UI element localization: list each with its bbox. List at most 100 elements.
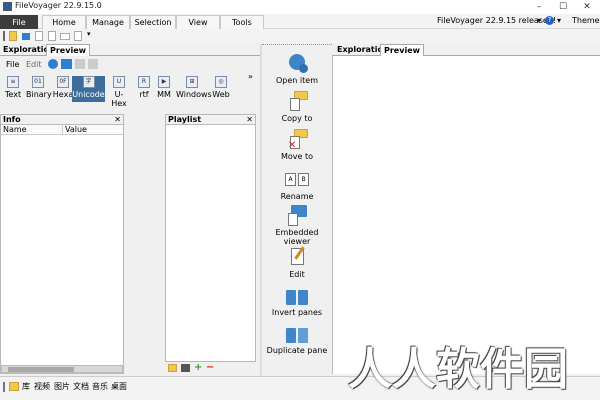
library-folder-icon[interactable]	[9, 382, 19, 391]
windows-icon: ⊞	[186, 76, 198, 88]
move-to-icon: ✕	[285, 128, 309, 151]
preview-mode-icon[interactable]	[61, 59, 72, 69]
copy-to-button[interactable]: Copy to	[262, 90, 332, 123]
bottombar-item-pictures[interactable]: 图片	[54, 381, 70, 392]
invert-panes-icon	[285, 284, 309, 306]
viewer-binary-button[interactable]: 01 Binary	[26, 76, 52, 102]
watermark-text: 人人软件园	[348, 344, 568, 395]
themes-button[interactable]: Themes	[572, 16, 600, 25]
duplicate-pane-button[interactable]: Duplicate pane	[262, 322, 332, 355]
playlist-toolbar: + −	[166, 362, 256, 374]
viewer-windows-button[interactable]: ⊞ Windows	[176, 76, 212, 102]
edit-icon	[285, 246, 309, 268]
quick-access-toolbar: ▾	[0, 29, 600, 43]
new-file-icon[interactable]	[35, 31, 43, 41]
preview-subtabs: File Edit	[0, 58, 260, 72]
remove-icon[interactable]: −	[206, 362, 214, 373]
help-icon[interactable]: ?	[545, 16, 554, 25]
bottombar-item-library[interactable]: 库	[22, 381, 30, 392]
settings-icon[interactable]	[88, 59, 98, 69]
toolbar-overflow-icon[interactable]: »	[248, 72, 253, 81]
toolbar-grip-icon	[3, 31, 5, 41]
playlist-panel-close-icon[interactable]: ✕	[246, 115, 253, 124]
right-preview-pane	[332, 56, 600, 374]
add-icon[interactable]: +	[194, 362, 202, 373]
multimedia-icon: ▶	[158, 76, 170, 88]
playlist-panel: Playlist ✕	[165, 114, 256, 362]
rtf-icon: R	[138, 76, 150, 88]
info-panel-title: Info	[3, 115, 21, 124]
subtab-edit[interactable]: Edit	[26, 60, 42, 69]
folder-icon[interactable]	[9, 31, 17, 41]
copy-to-icon	[285, 90, 309, 112]
rename-icon: A B	[285, 168, 309, 190]
minimize-button[interactable]: –	[528, 0, 550, 14]
viewer-unicode-button[interactable]: 字 Unicode	[72, 76, 105, 102]
mail-icon[interactable]	[60, 33, 70, 40]
monitor-icon[interactable]	[22, 33, 30, 40]
info-panel: Info ✕ Name Value	[0, 114, 124, 374]
text-icon: ≡	[7, 76, 19, 88]
viewer-rtf-button[interactable]: Rrtf	[133, 76, 155, 102]
embedded-viewer-button[interactable]: Embedded viewer	[262, 204, 332, 246]
hexa-icon: 0F	[57, 76, 69, 88]
duplicate-pane-icon	[285, 322, 309, 344]
print-icon[interactable]	[75, 59, 85, 69]
viewer-uhex-button[interactable]: U U-Hex	[107, 76, 131, 108]
info-column-value[interactable]: Value	[65, 125, 87, 134]
info-table-header: Name Value	[1, 124, 123, 135]
title-bar: FileVoyager 22.9.15.0 – ☐ ✕	[0, 0, 600, 14]
tab-preview-right[interactable]: Preview	[380, 44, 425, 56]
bottombar-item-documents[interactable]: 文档	[73, 381, 89, 392]
subtab-file[interactable]: File	[6, 60, 19, 69]
uhex-icon: U	[113, 76, 125, 88]
menu-tab-selection[interactable]: Selection	[130, 15, 176, 29]
menu-tab-file[interactable]: File	[0, 15, 38, 29]
menu-bar: File Home Manage Selection View Tools Fi…	[0, 14, 600, 29]
playlist-panel-header: Playlist ✕	[166, 115, 255, 125]
menu-tab-manage[interactable]: Manage	[86, 15, 130, 29]
menu-tab-view[interactable]: View	[176, 15, 220, 29]
viewer-mm-button[interactable]: ▶ MM	[153, 76, 175, 102]
new-document-icon[interactable]	[48, 31, 56, 41]
open-item-button[interactable]: Open item	[262, 52, 332, 85]
web-icon: ◎	[215, 76, 227, 88]
bottombar-item-videos[interactable]: 视频	[34, 381, 50, 392]
help-dropdown-icon[interactable]: ▾	[557, 16, 561, 25]
unicode-icon: 字	[82, 76, 95, 88]
embedded-viewer-icon	[285, 204, 309, 226]
bottombar-item-desktop[interactable]: 桌面	[111, 381, 127, 392]
info-panel-close-icon[interactable]: ✕	[114, 115, 121, 124]
open-folder-icon[interactable]	[168, 364, 177, 372]
attachment-icon[interactable]	[74, 31, 82, 41]
app-icon	[3, 2, 12, 11]
viewer-web-button[interactable]: ◎ Web	[210, 76, 232, 102]
rename-button[interactable]: A B Rename	[262, 168, 332, 201]
close-button[interactable]: ✕	[576, 0, 598, 14]
tab-preview-left[interactable]: Preview	[46, 44, 91, 56]
binary-icon: 01	[32, 76, 44, 88]
right-pane-tabs: Exploration Preview	[332, 44, 600, 56]
edit-button[interactable]: Edit	[262, 246, 332, 279]
bottombar-grip-icon	[3, 382, 5, 392]
viewer-text-button[interactable]: ≡ Text	[2, 76, 24, 102]
left-pane-tabs: Exploration Preview	[0, 44, 260, 56]
menu-tab-tools[interactable]: Tools	[220, 15, 264, 29]
column-divider[interactable]	[62, 124, 63, 134]
info-column-name[interactable]: Name	[3, 125, 27, 134]
save-icon[interactable]	[181, 364, 190, 372]
viewer-hexa-button[interactable]: 0F Hexa	[52, 76, 74, 102]
bottombar-item-music[interactable]: 音乐	[92, 381, 108, 392]
info-horizontal-scrollbar[interactable]	[1, 365, 123, 373]
gears-icon	[285, 52, 309, 74]
toolbar-more-icon[interactable]: ▾	[87, 30, 95, 40]
window-title: FileVoyager 22.9.15.0	[15, 1, 102, 10]
info-icon[interactable]	[48, 59, 58, 69]
menu-tab-home[interactable]: Home	[42, 15, 86, 29]
move-to-button[interactable]: ✕ Move to	[262, 128, 332, 161]
info-scroll-thumb[interactable]	[8, 367, 74, 372]
playlist-panel-title: Playlist	[168, 115, 202, 124]
dropdown-arrow-icon[interactable]: ▾	[537, 16, 541, 25]
maximize-button[interactable]: ☐	[552, 0, 574, 14]
invert-panes-button[interactable]: Invert panes	[262, 284, 332, 317]
